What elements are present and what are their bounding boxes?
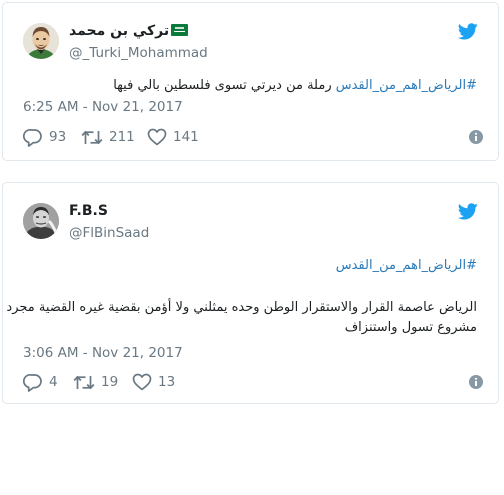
reply-icon xyxy=(23,373,42,392)
info-icon[interactable] xyxy=(469,130,483,144)
avatar-image xyxy=(23,203,59,239)
like-heart-icon xyxy=(132,373,152,391)
retweet-icon xyxy=(73,375,95,389)
reply-button[interactable]: 93 xyxy=(23,127,66,147)
avatar-image xyxy=(23,23,59,59)
avatar[interactable] xyxy=(23,23,59,59)
tweet-body-line-1: الرياض عاصمة القرار والاستقرار الوطن وحد… xyxy=(6,300,477,315)
tweet-actions: 93 211 141 xyxy=(23,127,483,147)
reply-count: 4 xyxy=(49,374,58,390)
saudi-flag-emoji xyxy=(171,24,189,36)
like-count: 13 xyxy=(158,374,176,390)
hashtag-link[interactable]: #الرياض_اهم_من_القدس xyxy=(336,78,477,93)
retweet-icon xyxy=(81,130,103,144)
tweet-body: رملة من ديرتي تسوى فلسطين بالي فيها xyxy=(113,78,336,93)
reply-button[interactable]: 4 xyxy=(23,372,58,392)
tweet-card[interactable]: تركي بن محمد @_Turki_Mohammad #الرياض_اه… xyxy=(2,2,499,161)
like-button[interactable]: 141 xyxy=(147,127,199,147)
hashtag-link[interactable]: #الرياض_اهم_من_القدس xyxy=(336,258,477,273)
retweet-button[interactable]: 211 xyxy=(81,127,135,147)
like-count: 141 xyxy=(173,129,199,145)
display-name-text[interactable]: تركي بن محمد xyxy=(69,23,169,39)
user-handle[interactable]: @_Turki_Mohammad xyxy=(69,45,208,62)
twitter-bird-icon[interactable] xyxy=(458,23,478,40)
tweet-card[interactable]: F.B.S @FlBinSaad #الرياض_اهم_من_القدس ال… xyxy=(2,182,499,404)
retweet-button[interactable]: 19 xyxy=(73,372,118,392)
avatar[interactable] xyxy=(23,203,59,239)
like-button[interactable]: 13 xyxy=(132,372,175,392)
tweet-text: #الرياض_اهم_من_القدس رملة من ديرتي تسوى … xyxy=(113,76,477,95)
info-icon[interactable] xyxy=(469,375,483,389)
display-name[interactable]: تركي بن محمد xyxy=(69,23,189,40)
tweet-actions: 4 19 13 xyxy=(23,372,483,392)
retweet-count: 211 xyxy=(109,129,135,145)
timestamp[interactable]: 6:25 AM - Nov 21, 2017 xyxy=(23,99,183,116)
display-name[interactable]: F.B.S xyxy=(69,203,108,220)
timestamp[interactable]: 3:06 AM - Nov 21, 2017 xyxy=(23,345,183,362)
hashtag-line: #الرياض_اهم_من_القدس xyxy=(336,256,477,275)
display-name-text[interactable]: F.B.S xyxy=(69,203,108,219)
user-handle[interactable]: @FlBinSaad xyxy=(69,225,149,242)
reply-count: 93 xyxy=(49,129,67,145)
retweet-count: 19 xyxy=(101,374,119,390)
reply-icon xyxy=(23,128,42,147)
tweet-body-line-2: مشروع تسول واستنزاف xyxy=(344,320,477,335)
twitter-bird-icon[interactable] xyxy=(458,203,478,220)
like-heart-icon xyxy=(147,128,167,146)
